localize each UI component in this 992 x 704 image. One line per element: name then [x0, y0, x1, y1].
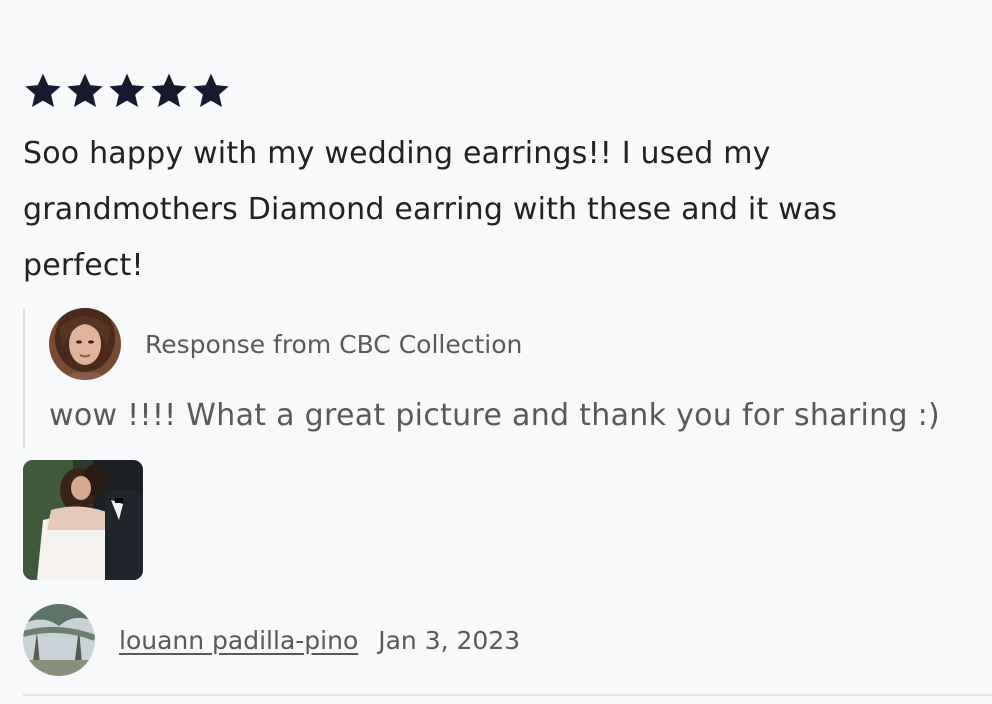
star-icon	[191, 71, 231, 111]
response-from-label: Response from CBC Collection	[145, 329, 523, 359]
seller-avatar	[49, 308, 121, 380]
star-icon	[23, 71, 63, 111]
response-text: wow !!!! What a great picture and thank …	[49, 398, 941, 433]
review-date: Jan 3, 2023	[378, 625, 521, 655]
reviewer-name-link[interactable]: louann padilla-pino	[119, 626, 358, 655]
divider	[23, 694, 992, 696]
star-icon	[149, 71, 189, 111]
review-text: Soo happy with my wedding earrings!! I u…	[23, 136, 838, 283]
reviewer-avatar[interactable]	[23, 604, 95, 676]
review-photo[interactable]	[23, 460, 143, 580]
review-card: Soo happy with my wedding earrings!! I u…	[23, 70, 992, 676]
response-header: Response from CBC Collection	[49, 308, 992, 380]
star-icon	[107, 71, 147, 111]
seller-response: Response from CBC Collection wow !!!! Wh…	[23, 308, 992, 448]
star-rating	[23, 70, 992, 112]
star-icon	[65, 71, 105, 111]
review-author-row: louann padilla-pino Jan 3, 2023	[23, 604, 992, 676]
